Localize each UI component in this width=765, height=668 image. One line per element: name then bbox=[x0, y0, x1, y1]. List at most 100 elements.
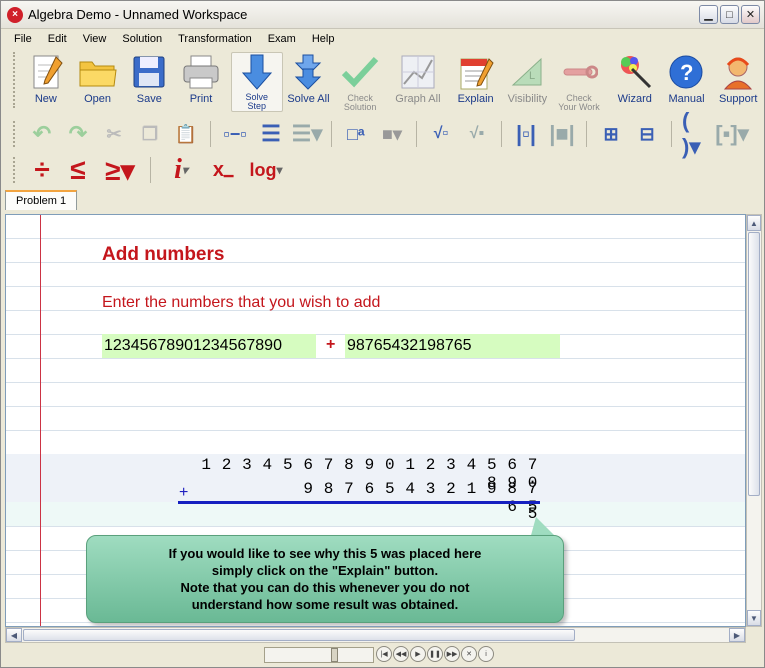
scroll-up-icon[interactable]: ▲ bbox=[747, 215, 761, 231]
stack-icon[interactable]: ☰ bbox=[257, 120, 285, 148]
scroll-right-icon[interactable]: ▶ bbox=[729, 628, 745, 642]
scroll-left-icon[interactable]: ◀ bbox=[6, 628, 22, 642]
play-icon[interactable]: ▶ bbox=[410, 646, 426, 662]
number2-input[interactable]: 98765432198765 bbox=[345, 334, 560, 358]
double-arrow-down-icon bbox=[288, 52, 328, 92]
status-bar: |◀ ◀◀ ▶ ❚❚ ▶▶ ✕ i bbox=[1, 643, 764, 667]
main-toolbar: New Open Save Print Solve Step Solve All… bbox=[1, 48, 764, 116]
fraction-icon[interactable]: ▫−▫ bbox=[221, 120, 249, 148]
operator-plus: + bbox=[326, 336, 336, 353]
log-icon[interactable]: log ▾ bbox=[245, 156, 287, 184]
explain-button[interactable]: Explain bbox=[450, 52, 502, 105]
open-button[interactable]: Open bbox=[72, 52, 124, 105]
wrench-icon bbox=[559, 52, 599, 92]
toolbar-grip[interactable] bbox=[13, 52, 16, 108]
horizontal-scrollbar[interactable]: ◀ ▶ bbox=[5, 627, 746, 643]
close-button[interactable]: ✕ bbox=[741, 5, 760, 24]
vertical-scroll-thumb[interactable] bbox=[748, 232, 760, 496]
maximize-button[interactable]: □ bbox=[720, 5, 739, 24]
info-icon[interactable]: i bbox=[478, 646, 494, 662]
visibility-button[interactable]: L Visibility bbox=[501, 52, 553, 105]
stop-icon[interactable]: ✕ bbox=[461, 646, 477, 662]
check-solution-button[interactable]: Check Solution bbox=[334, 52, 386, 112]
vertical-scrollbar[interactable]: ▲ ▼ bbox=[746, 214, 762, 627]
new-button[interactable]: New bbox=[20, 52, 72, 105]
support-button[interactable]: Support bbox=[712, 52, 764, 105]
abs-filled-icon[interactable]: |■| bbox=[548, 120, 576, 148]
greater-equal-icon[interactable]: ≥▾ bbox=[100, 155, 140, 186]
workspace-canvas[interactable]: Add numbers Enter the numbers that you w… bbox=[5, 214, 746, 627]
problem-tabs: Problem 1 bbox=[1, 188, 764, 210]
imaginary-unit-icon[interactable]: i ▾ bbox=[161, 154, 201, 185]
magic-wand-icon bbox=[615, 52, 655, 92]
app-window: × Algebra Demo - Unnamed Workspace ▁ □ ✕… bbox=[0, 0, 765, 668]
graph-icon bbox=[398, 52, 438, 92]
less-equal-icon[interactable]: ≤ bbox=[64, 154, 92, 185]
tab-problem-1[interactable]: Problem 1 bbox=[5, 190, 78, 210]
undo-icon[interactable]: ↶ bbox=[28, 120, 56, 148]
minimize-button[interactable]: ▁ bbox=[699, 5, 718, 24]
wizard-button[interactable]: Wizard bbox=[609, 52, 661, 105]
problem-heading: Add numbers bbox=[102, 244, 225, 265]
new-document-icon bbox=[26, 52, 66, 92]
edit-toolbar: ↶ ↷ ✂ ❐ 📋 ▫−▫ ☰ ☰▾ □ᵃ ■▾ √▫ √▪ |▫| |■| ⊞… bbox=[1, 108, 764, 159]
operator-toolbar: ÷ ≤ ≥▾ i ▾ x ▁ log ▾ bbox=[1, 152, 764, 188]
paste-icon[interactable]: 📋 bbox=[172, 120, 200, 148]
solve-step-button[interactable]: Solve Step bbox=[230, 52, 283, 112]
arrow-down-icon bbox=[237, 53, 277, 91]
problem-prompt: Enter the numbers that you wish to add bbox=[102, 294, 381, 311]
graph-all-button[interactable]: Graph All bbox=[392, 52, 444, 105]
save-button[interactable]: Save bbox=[123, 52, 175, 105]
abs-icon[interactable]: |▫| bbox=[512, 120, 540, 148]
help-question-icon: ? bbox=[666, 52, 706, 92]
sqrt-icon[interactable]: √▫ bbox=[427, 120, 455, 148]
support-agent-icon bbox=[718, 52, 758, 92]
matrix-filled-icon[interactable]: ⊟ bbox=[633, 120, 661, 148]
stack-lines-icon[interactable]: ☰▾ bbox=[292, 120, 323, 148]
explain-document-icon bbox=[456, 52, 496, 92]
cut-icon[interactable]: ✂ bbox=[100, 120, 128, 148]
title-bar: × Algebra Demo - Unnamed Workspace ▁ □ ✕ bbox=[1, 1, 764, 29]
floppy-disk-icon bbox=[129, 52, 169, 92]
parentheses-icon[interactable]: ( )▾ bbox=[682, 108, 710, 159]
matrix-icon[interactable]: ⊞ bbox=[597, 120, 625, 148]
copy-icon[interactable]: ❐ bbox=[136, 120, 164, 148]
subscript-x-icon[interactable]: x ▁ bbox=[209, 156, 237, 184]
first-step-icon[interactable]: |◀ bbox=[376, 646, 392, 662]
subscript-icon[interactable]: ■▾ bbox=[378, 120, 406, 148]
menu-edit[interactable]: Edit bbox=[43, 33, 78, 45]
sum-line bbox=[178, 501, 540, 504]
toolbar2-grip[interactable] bbox=[13, 121, 16, 147]
menu-transformation[interactable]: Transformation bbox=[173, 33, 263, 45]
printer-icon bbox=[181, 52, 221, 92]
addition-operator: + bbox=[179, 484, 189, 501]
slider-knob[interactable] bbox=[331, 648, 338, 662]
previous-step-icon[interactable]: ◀◀ bbox=[393, 646, 409, 662]
step-slider[interactable] bbox=[264, 647, 374, 663]
next-step-icon[interactable]: ▶▶ bbox=[444, 646, 460, 662]
manual-button[interactable]: ? Manual bbox=[661, 52, 713, 105]
addend-row-2: 9 8 7 6 5 4 3 2 1 9 8 7 6 5 bbox=[303, 480, 538, 516]
horizontal-scroll-thumb[interactable] bbox=[23, 629, 575, 641]
menu-solution[interactable]: Solution bbox=[117, 33, 173, 45]
window-title: Algebra Demo - Unnamed Workspace bbox=[28, 7, 248, 22]
margin-line bbox=[40, 215, 41, 626]
toolbar3-grip[interactable] bbox=[13, 157, 16, 183]
checkmark-icon bbox=[340, 52, 380, 92]
menu-file[interactable]: File bbox=[9, 33, 43, 45]
scroll-down-icon[interactable]: ▼ bbox=[747, 610, 761, 626]
number1-input[interactable]: 12345678901234567890 bbox=[102, 334, 316, 358]
pause-icon[interactable]: ❚❚ bbox=[427, 646, 443, 662]
brackets-icon[interactable]: [▪]▾ bbox=[715, 120, 749, 148]
superscript-icon[interactable]: □ᵃ bbox=[342, 120, 370, 148]
nth-root-icon[interactable]: √▪ bbox=[463, 120, 491, 148]
check-your-work-button[interactable]: Check Your Work bbox=[553, 52, 605, 112]
menu-help[interactable]: Help bbox=[307, 33, 346, 45]
app-icon: × bbox=[7, 6, 23, 23]
solve-all-button[interactable]: Solve All bbox=[283, 52, 335, 105]
redo-icon[interactable]: ↷ bbox=[64, 120, 92, 148]
menu-exam[interactable]: Exam bbox=[263, 33, 307, 45]
print-button[interactable]: Print bbox=[175, 52, 227, 105]
menu-view[interactable]: View bbox=[78, 33, 118, 45]
divide-icon[interactable]: ÷ bbox=[28, 154, 56, 185]
